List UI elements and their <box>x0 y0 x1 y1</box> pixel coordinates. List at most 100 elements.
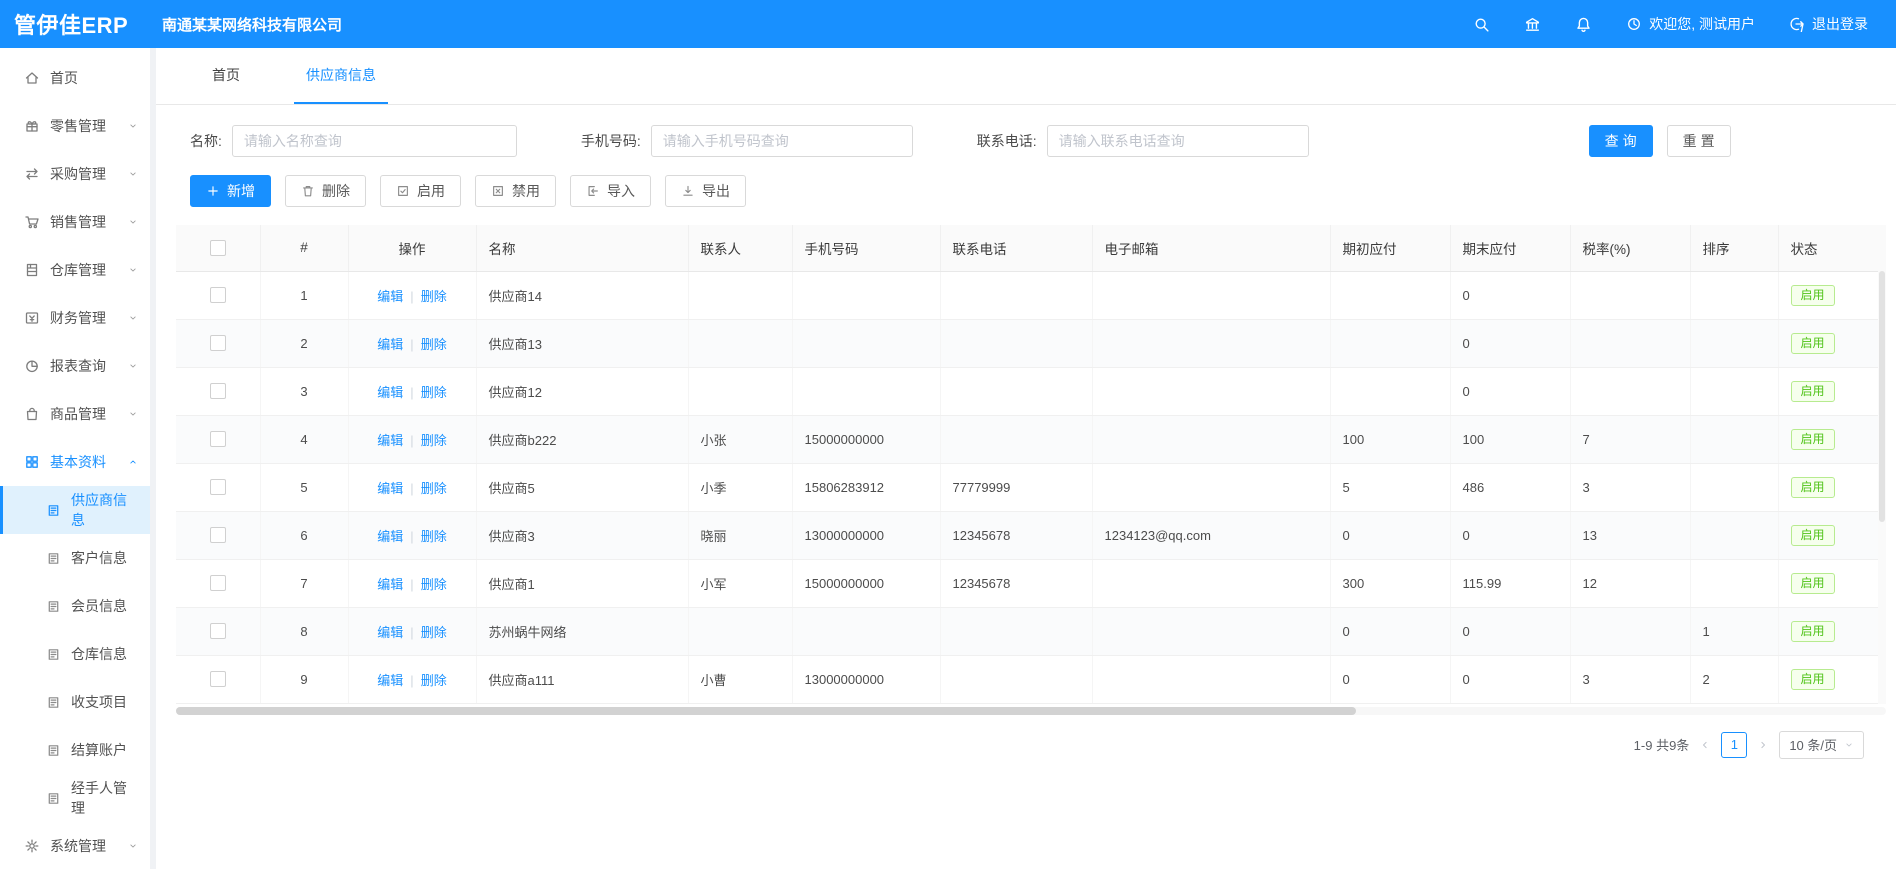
edit-link[interactable]: 编辑 <box>377 673 403 688</box>
edit-link[interactable]: 编辑 <box>377 385 403 400</box>
delete-link[interactable]: 删除 <box>421 625 447 640</box>
delete-link[interactable]: 删除 <box>421 673 447 688</box>
row-checkbox[interactable] <box>210 479 226 495</box>
status-badge[interactable]: 启用 <box>1791 429 1835 450</box>
edit-link[interactable]: 编辑 <box>377 481 403 496</box>
tab-home[interactable]: 首页 <box>200 48 252 104</box>
sidebar-item-finance[interactable]: 财务管理 <box>0 294 150 342</box>
tel-label: 联系电话: <box>977 131 1037 151</box>
select-all-checkbox[interactable] <box>210 240 226 256</box>
sidebar-subitem-settlement-account[interactable]: 结算账户 <box>0 726 150 774</box>
cell-contact-person: 小军 <box>688 559 792 607</box>
chevron-down-icon <box>128 361 138 371</box>
sidebar-item-system[interactable]: 系统管理 <box>0 822 150 869</box>
disable-button[interactable]: 禁用 <box>475 175 556 207</box>
cell-opening-payable <box>1330 367 1450 415</box>
row-checkbox[interactable] <box>210 383 226 399</box>
sidebar-item-basic[interactable]: 基本资料 <box>0 438 150 486</box>
horizontal-scrollbar[interactable] <box>176 707 1886 715</box>
delete-link[interactable]: 删除 <box>421 433 447 448</box>
phone-search-input[interactable] <box>651 125 913 157</box>
edit-link[interactable]: 编辑 <box>377 529 403 544</box>
status-badge[interactable]: 启用 <box>1791 525 1835 546</box>
edit-link[interactable]: 编辑 <box>377 337 403 352</box>
col-phone: 手机号码 <box>792 225 940 271</box>
cell-closing-payable: 0 <box>1450 511 1570 559</box>
vertical-scrollbar[interactable] <box>1878 271 1886 704</box>
delete-link[interactable]: 删除 <box>421 385 447 400</box>
cell-contact-person <box>688 319 792 367</box>
status-badge[interactable]: 启用 <box>1791 477 1835 498</box>
action-divider: | <box>410 337 413 352</box>
sidebar-item-report[interactable]: 报表查询 <box>0 342 150 390</box>
row-checkbox[interactable] <box>210 431 226 447</box>
row-checkbox[interactable] <box>210 623 226 639</box>
status-badge[interactable]: 启用 <box>1791 333 1835 354</box>
edit-link[interactable]: 编辑 <box>377 289 403 304</box>
cell-phone-number: 13000000000 <box>792 511 940 559</box>
sidebar-item-label: 商品管理 <box>50 404 118 424</box>
enable-button[interactable]: 启用 <box>380 175 461 207</box>
delete-link[interactable]: 删除 <box>421 481 447 496</box>
sidebar-subitem-handler[interactable]: 经手人管理 <box>0 774 150 822</box>
phone-label: 手机号码: <box>581 131 641 151</box>
search-icon[interactable] <box>1473 16 1490 33</box>
trash-icon <box>301 184 315 198</box>
tel-search-input[interactable] <box>1047 125 1309 157</box>
row-checkbox[interactable] <box>210 335 226 351</box>
add-button[interactable]: 新增 <box>190 175 271 207</box>
delete-link[interactable]: 删除 <box>421 577 447 592</box>
edit-link[interactable]: 编辑 <box>377 433 403 448</box>
status-badge[interactable]: 启用 <box>1791 573 1835 594</box>
sidebar-subitem-member[interactable]: 会员信息 <box>0 582 150 630</box>
cell-sort-order <box>1690 511 1778 559</box>
cell-tax-rate <box>1570 319 1690 367</box>
status-badge[interactable]: 启用 <box>1791 381 1835 402</box>
sidebar-item-home[interactable]: 首页 <box>0 54 150 102</box>
cell-supplier-name: 苏州蜗牛网络 <box>476 607 688 655</box>
edit-link[interactable]: 编辑 <box>377 577 403 592</box>
sidebar-item-warehouse[interactable]: 仓库管理 <box>0 246 150 294</box>
cell-contact-person: 小季 <box>688 463 792 511</box>
delete-link[interactable]: 删除 <box>421 529 447 544</box>
sidebar-subitem-customer[interactable]: 客户信息 <box>0 534 150 582</box>
welcome-user[interactable]: 欢迎您, 测试用户 <box>1626 14 1755 34</box>
cell-phone-number <box>792 271 940 319</box>
tab-supplier-info[interactable]: 供应商信息 <box>294 48 388 104</box>
cell-contact-person <box>688 367 792 415</box>
prev-page-button[interactable] <box>1699 739 1711 751</box>
cell-tax-rate: 3 <box>1570 463 1690 511</box>
sidebar-item-goods[interactable]: 商品管理 <box>0 390 150 438</box>
page-number-1[interactable]: 1 <box>1721 732 1747 758</box>
row-checkbox[interactable] <box>210 671 226 687</box>
logout-button[interactable]: 退出登录 <box>1789 14 1868 34</box>
reset-button[interactable]: 重置 <box>1667 125 1731 157</box>
bank-icon[interactable] <box>1524 16 1541 33</box>
sidebar-item-retail[interactable]: 零售管理 <box>0 102 150 150</box>
status-badge[interactable]: 启用 <box>1791 621 1835 642</box>
delete-button[interactable]: 删除 <box>285 175 366 207</box>
row-checkbox[interactable] <box>210 575 226 591</box>
delete-link[interactable]: 删除 <box>421 337 447 352</box>
import-button[interactable]: 导入 <box>570 175 651 207</box>
export-button[interactable]: 导出 <box>665 175 746 207</box>
row-checkbox[interactable] <box>210 527 226 543</box>
bell-icon[interactable] <box>1575 16 1592 33</box>
sidebar-item-purchase[interactable]: 采购管理 <box>0 150 150 198</box>
status-badge[interactable]: 启用 <box>1791 669 1835 690</box>
sidebar-subitem-warehouse-info[interactable]: 仓库信息 <box>0 630 150 678</box>
doc-icon <box>46 551 61 566</box>
sidebar-subitem-supplier[interactable]: 供应商信息 <box>0 486 150 534</box>
name-search-input[interactable] <box>232 125 517 157</box>
query-button[interactable]: 查询 <box>1589 125 1653 157</box>
status-badge[interactable]: 启用 <box>1791 285 1835 306</box>
sidebar-subitem-income-expense[interactable]: 收支项目 <box>0 678 150 726</box>
next-page-button[interactable] <box>1757 739 1769 751</box>
edit-link[interactable]: 编辑 <box>377 625 403 640</box>
table-row: 7编辑|删除供应商1小军1500000000012345678300115.99… <box>176 559 1886 607</box>
app-logo[interactable]: 管伊佳ERP <box>0 8 150 40</box>
delete-link[interactable]: 删除 <box>421 289 447 304</box>
sidebar-item-sales[interactable]: 销售管理 <box>0 198 150 246</box>
page-size-select[interactable]: 10 条/页 <box>1779 731 1864 759</box>
row-checkbox[interactable] <box>210 287 226 303</box>
